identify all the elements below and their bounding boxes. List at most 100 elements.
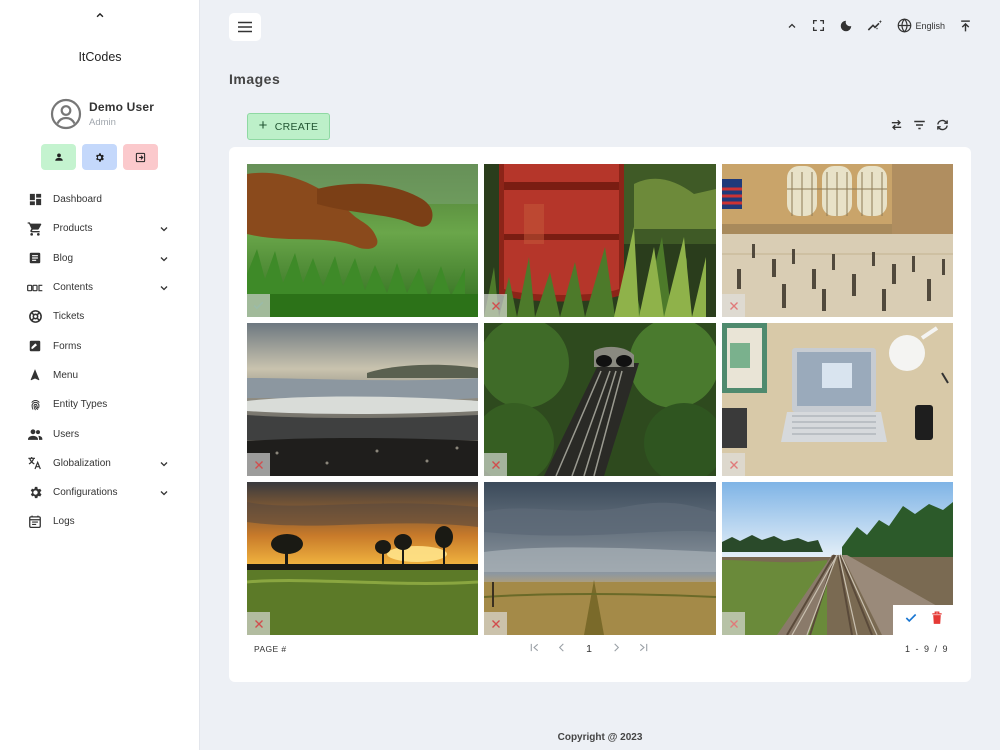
create-button[interactable]: + CREATE	[247, 113, 330, 140]
image-tile[interactable]	[484, 482, 716, 635]
sidebar-item-blog[interactable]: Blog	[0, 244, 200, 273]
dashboard-icon	[29, 194, 41, 206]
railway-tunnel-image	[484, 323, 716, 476]
delete-button[interactable]	[931, 611, 943, 630]
form-icon	[29, 340, 41, 352]
sidebar-item-entity-types[interactable]: Entity Types	[0, 390, 200, 419]
next-page-button[interactable]	[611, 640, 622, 658]
sidebar-item-globalization[interactable]: Globalization	[0, 449, 200, 478]
first-page-icon	[530, 643, 539, 652]
collapse-sidebar-button[interactable]	[90, 8, 110, 28]
swap-button[interactable]	[889, 118, 904, 137]
logout-button[interactable]	[123, 144, 158, 170]
image-select-checkbox[interactable]	[247, 453, 270, 476]
image-select-checkbox[interactable]	[484, 612, 507, 635]
menu-toggle-button[interactable]	[229, 13, 261, 41]
cart-icon	[27, 222, 42, 236]
check-icon	[905, 613, 916, 622]
copyright: Copyright @ 2023	[557, 732, 643, 743]
image-tile[interactable]	[722, 164, 953, 317]
filter-button[interactable]	[912, 118, 927, 137]
collapse-header-button[interactable]	[786, 20, 798, 32]
image-tile[interactable]	[484, 323, 716, 476]
pagination: 1	[529, 640, 649, 658]
laptop-on-desk-image	[722, 323, 953, 476]
sidebar-item-label: Blog	[53, 252, 74, 264]
sidebar-item-users[interactable]: Users	[0, 419, 200, 448]
theme-button[interactable]	[867, 19, 883, 33]
image-select-checkbox[interactable]	[247, 612, 270, 635]
sidebar-item-configurations[interactable]: Configurations	[0, 478, 200, 507]
upload-icon	[961, 19, 970, 31]
dogs-on-grass-image	[247, 164, 478, 317]
sidebar-item-label: Users	[53, 428, 80, 440]
translate-icon	[28, 457, 41, 470]
image-tile[interactable]	[247, 164, 478, 317]
image-tile[interactable]	[247, 323, 478, 476]
settings-button[interactable]	[82, 144, 117, 170]
sidebar-item-label: Globalization	[53, 457, 111, 469]
image-tile[interactable]	[722, 323, 953, 476]
train-station-hall-image	[722, 164, 953, 317]
close-icon	[254, 619, 263, 628]
image-select-checkbox[interactable]	[484, 294, 507, 317]
refresh-button[interactable]	[935, 118, 950, 137]
sidebar-item-menu[interactable]: Menu	[0, 361, 200, 390]
profile-button[interactable]	[41, 144, 76, 170]
scroll-top-button[interactable]	[959, 19, 972, 33]
first-page-button[interactable]	[529, 640, 540, 658]
fullscreen-icon	[813, 19, 825, 32]
check-icon	[253, 301, 264, 310]
topbar	[229, 13, 261, 41]
article-icon	[29, 252, 41, 264]
dark-mode-button[interactable]	[839, 19, 853, 33]
avatar	[50, 98, 82, 130]
quick-actions	[41, 144, 158, 170]
image-tile[interactable]	[484, 164, 716, 317]
user-profile: Demo User Admin	[50, 98, 154, 130]
language-selector[interactable]: English	[897, 18, 945, 33]
sidebar-item-contents[interactable]: Contents	[0, 273, 200, 302]
sidebar-item-label: Configurations	[53, 487, 118, 499]
sidebar-item-products[interactable]: Products	[0, 214, 200, 243]
sidebar-item-forms[interactable]: Forms	[0, 331, 200, 360]
image-select-checkbox[interactable]	[484, 453, 507, 476]
image-tile[interactable]	[247, 482, 478, 635]
user-role: Admin	[89, 117, 116, 128]
image-select-checkbox[interactable]	[722, 612, 745, 635]
magic-wand-icon	[868, 19, 883, 31]
chevron-down-icon	[160, 256, 168, 262]
language-label: English	[915, 20, 945, 31]
navigation-icon	[30, 369, 40, 381]
chevron-down-icon	[160, 227, 168, 232]
logout-icon	[135, 152, 146, 162]
gear-icon	[96, 152, 104, 162]
refresh-icon	[937, 119, 948, 131]
close-icon	[729, 460, 738, 469]
sidebar-item-logs[interactable]: Logs	[0, 507, 200, 536]
image-select-checkbox[interactable]	[722, 294, 745, 317]
user-name: Demo User	[89, 100, 155, 114]
sidebar-item-label: Entity Types	[53, 399, 108, 411]
image-select-checkbox[interactable]	[247, 294, 270, 317]
image-select-checkbox[interactable]	[722, 453, 745, 476]
swap-icon	[891, 119, 902, 131]
sidebar-item-dashboard[interactable]: Dashboard	[0, 185, 200, 214]
chevron-up-icon	[789, 23, 796, 28]
confirm-button[interactable]	[904, 611, 918, 630]
image-tile[interactable]	[722, 482, 953, 635]
abc-icon	[27, 284, 43, 291]
prev-page-button[interactable]	[556, 640, 567, 658]
fullscreen-button[interactable]	[812, 19, 825, 32]
hamburger-icon	[238, 21, 252, 33]
globe-icon	[898, 18, 912, 33]
filter-icon	[914, 120, 925, 130]
gallery-card: PAGE # 1 1 - 9 / 9	[229, 147, 971, 682]
rusty-barrel-image	[484, 164, 716, 317]
chevron-down-icon	[160, 285, 168, 291]
sidebar-item-label: Logs	[53, 516, 75, 528]
last-page-button[interactable]	[638, 640, 649, 658]
current-page[interactable]: 1	[583, 643, 595, 655]
sidebar-item-label: Contents	[53, 282, 94, 294]
sidebar-item-tickets[interactable]: Tickets	[0, 302, 200, 331]
